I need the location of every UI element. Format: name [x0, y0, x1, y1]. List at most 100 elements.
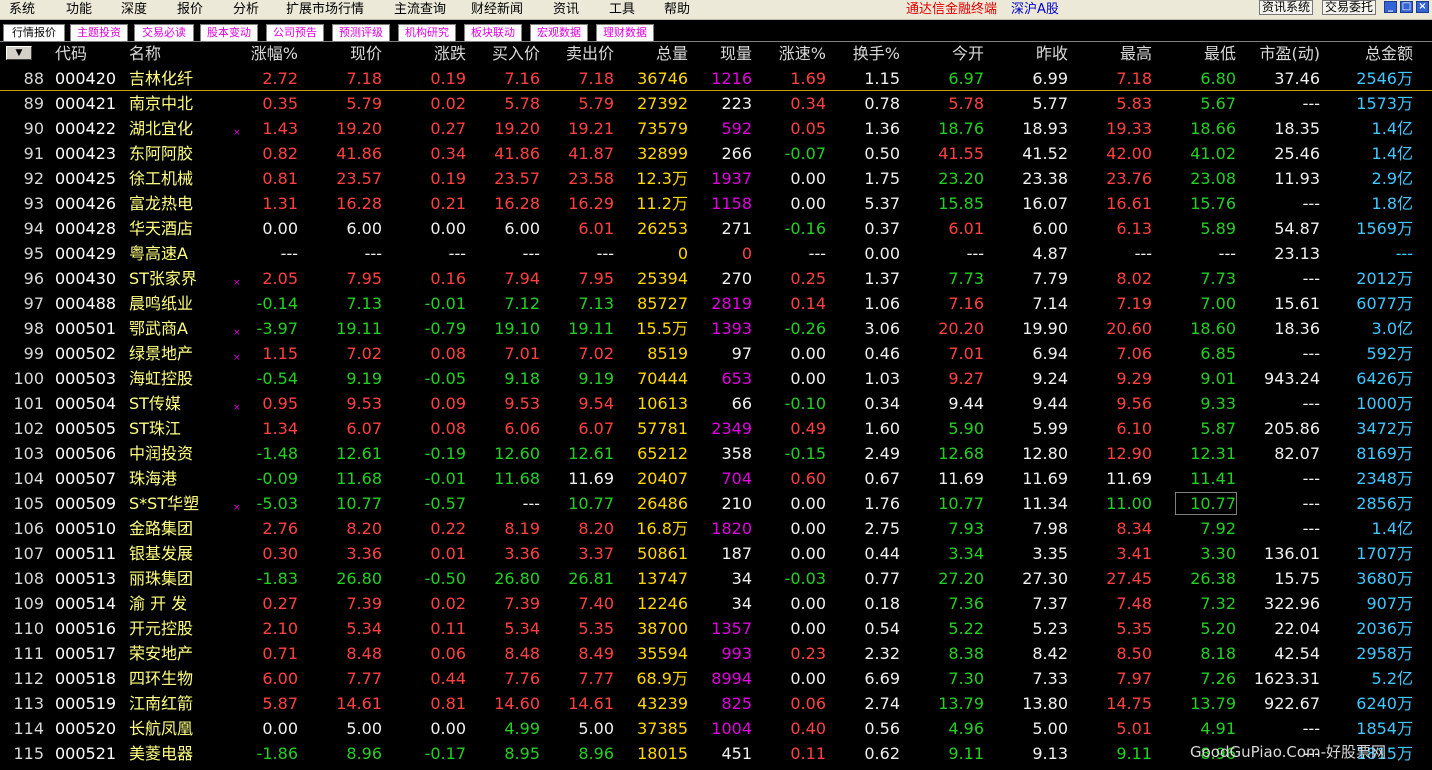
stock-code[interactable]: 000518: [55, 666, 116, 691]
menu-item-5[interactable]: 扩展市场行情: [286, 1, 364, 19]
table-row[interactable]: 98 000501 鄂武商A × -3.97 19.11 -0.79 19.10 19.11 15…: [0, 316, 1432, 341]
header-code[interactable]: 代码: [55, 43, 87, 65]
stock-name[interactable]: 绿景地产: [129, 341, 193, 366]
stock-name[interactable]: 华天酒店: [129, 216, 193, 241]
stock-code[interactable]: 000506: [55, 441, 116, 466]
table-row[interactable]: 94 000428 华天酒店 0.00 6.00 0.00 6.00 6.01 26253 271…: [0, 216, 1432, 241]
table-row[interactable]: 112 000518 四环生物 6.00 7.77 0.44 7.76 7.77 68.9万 89…: [0, 666, 1432, 691]
stock-name[interactable]: 鄂武商A: [129, 316, 188, 341]
tab-6[interactable]: 机构研究: [398, 24, 456, 41]
menu-item-8[interactable]: 资讯: [553, 1, 579, 19]
header-name[interactable]: 名称: [129, 43, 161, 65]
menu-item-3[interactable]: 报价: [177, 1, 203, 19]
header-low[interactable]: 最低: [1146, 43, 1236, 65]
tab-9[interactable]: 理财数据: [596, 24, 654, 41]
table-row[interactable]: 99 000502 绿景地产 × 1.15 7.02 0.08 7.01 7.02 8519 97 0…: [0, 341, 1432, 366]
sort-toggle-button[interactable]: ▼: [6, 46, 32, 60]
stock-name[interactable]: 金路集团: [129, 516, 193, 541]
stock-name[interactable]: 长航凤凰: [129, 716, 193, 741]
stock-name[interactable]: ST珠江: [129, 416, 181, 441]
tab-8[interactable]: 宏观数据: [530, 24, 588, 41]
stock-name[interactable]: 珠海港: [129, 466, 177, 491]
trade-order-button[interactable]: 交易委托: [1322, 0, 1377, 15]
menu-item-0[interactable]: 系统: [9, 1, 35, 19]
header-pe[interactable]: 市盈(动): [1230, 43, 1321, 65]
table-row[interactable]: 105 000509 S*ST华塑 × -5.03 10.77 -0.57 --- 10.77 2…: [0, 491, 1432, 516]
stock-code[interactable]: 000521: [55, 741, 116, 766]
stock-code[interactable]: 000517: [55, 641, 116, 666]
table-row[interactable]: 97 000488 晨鸣纸业 -0.14 7.13 -0.01 7.12 7.13 85727 2…: [0, 291, 1432, 316]
table-row[interactable]: 88 000420 吉林化纤 2.72 7.18 0.19 7.16 7.18 36746 121…: [0, 66, 1432, 91]
stock-name[interactable]: ST传媒: [129, 391, 181, 416]
table-row[interactable]: 108 000513 丽珠集团 -1.83 26.80 -0.50 26.80 26.81 13…: [0, 566, 1432, 591]
table-row[interactable]: 91 000423 东阿阿胶 0.82 41.86 0.34 41.86 41.87 32899…: [0, 141, 1432, 166]
stock-code[interactable]: 000520: [55, 716, 116, 741]
menu-item-1[interactable]: 功能: [66, 1, 92, 19]
table-row[interactable]: 104 000507 珠海港 -0.09 11.68 -0.01 11.68 11.69 204…: [0, 466, 1432, 491]
table-row[interactable]: 110 000516 开元控股 2.10 5.34 0.11 5.34 5.35 38700 13…: [0, 616, 1432, 641]
stock-name[interactable]: 银基发展: [129, 541, 193, 566]
menu-item-10[interactable]: 帮助: [664, 1, 690, 19]
header-open[interactable]: 今开: [894, 43, 984, 65]
stock-name[interactable]: 南京中北: [129, 91, 193, 116]
stock-code[interactable]: 000510: [55, 516, 116, 541]
table-row[interactable]: 114 000520 长航凤凰 0.00 5.00 0.00 4.99 5.00 37385 10…: [0, 716, 1432, 741]
close-icon[interactable]: ×: [1416, 1, 1429, 13]
table-row[interactable]: 113 000519 江南红箭 5.87 14.61 0.81 14.60 14.61 4323…: [0, 691, 1432, 716]
stock-code[interactable]: 000514: [55, 591, 116, 616]
table-row[interactable]: 109 000514 渝 开 发 0.27 7.39 0.02 7.39 7.40 12246 3…: [0, 591, 1432, 616]
stock-name[interactable]: 江南红箭: [129, 691, 193, 716]
table-row[interactable]: 92 000425 徐工机械 0.81 23.57 0.19 23.57 23.58 12.3万…: [0, 166, 1432, 191]
header-change-pct[interactable]: 涨幅%: [208, 43, 298, 65]
tab-7[interactable]: 板块联动: [464, 24, 522, 41]
stock-name[interactable]: 渝 开 发: [129, 591, 187, 616]
tab-4[interactable]: 公司预告: [266, 24, 324, 41]
header-turnover[interactable]: 换手%: [810, 43, 900, 65]
stock-code[interactable]: 000504: [55, 391, 116, 416]
menu-item-7[interactable]: 财经新闻: [471, 1, 523, 19]
menu-item-4[interactable]: 分析: [233, 1, 259, 19]
stock-code[interactable]: 000505: [55, 416, 116, 441]
stock-name[interactable]: 中润投资: [129, 441, 193, 466]
tab-2[interactable]: 交易必读: [134, 24, 194, 41]
stock-name[interactable]: 吉林化纤: [129, 66, 193, 91]
menu-item-9[interactable]: 工具: [609, 1, 635, 19]
table-row[interactable]: 102 000505 ST珠江 1.34 6.07 0.08 6.06 6.07 57781 23…: [0, 416, 1432, 441]
stock-code[interactable]: 000488: [55, 291, 116, 316]
info-system-button[interactable]: 资讯系统: [1259, 0, 1314, 15]
stock-name[interactable]: 湖北宜化: [129, 116, 193, 141]
stock-code[interactable]: 000422: [55, 116, 116, 141]
table-row[interactable]: 89 000421 南京中北 0.35 5.79 0.02 5.78 5.79 27392 223…: [0, 91, 1432, 116]
stock-code[interactable]: 000423: [55, 141, 116, 166]
tab-1[interactable]: 主题投资: [70, 24, 128, 41]
stock-code[interactable]: 000426: [55, 191, 116, 216]
stock-code[interactable]: 000501: [55, 316, 116, 341]
stock-code[interactable]: 000420: [55, 66, 116, 91]
stock-name[interactable]: 粤高速A: [129, 241, 188, 266]
header-high[interactable]: 最高: [1062, 43, 1152, 65]
tab-5[interactable]: 预测评级: [332, 24, 390, 41]
stock-name[interactable]: 四环生物: [129, 666, 193, 691]
stock-name[interactable]: 丽珠集团: [129, 566, 193, 591]
stock-name[interactable]: 东阿阿胶: [129, 141, 193, 166]
maximize-icon[interactable]: □: [1400, 1, 1413, 13]
stock-name[interactable]: 荣安地产: [129, 641, 193, 666]
table-row[interactable]: 107 000511 银基发展 0.30 3.36 0.01 3.36 3.37 50861 18…: [0, 541, 1432, 566]
table-row[interactable]: 101 000504 ST传媒 × 0.95 9.53 0.09 9.53 9.54 10613 6…: [0, 391, 1432, 416]
stock-code[interactable]: 000511: [55, 541, 116, 566]
stock-code[interactable]: 000425: [55, 166, 116, 191]
table-row[interactable]: 111 000517 荣安地产 0.71 8.48 0.06 8.48 8.49 35594 99…: [0, 641, 1432, 666]
stock-code[interactable]: 000513: [55, 566, 116, 591]
stock-code[interactable]: 000421: [55, 91, 116, 116]
stock-name[interactable]: S*ST华塑: [129, 491, 199, 516]
stock-code[interactable]: 000509: [55, 491, 116, 516]
stock-code[interactable]: 000519: [55, 691, 116, 716]
table-row[interactable]: 96 000430 ST张家界 × 2.05 7.95 0.16 7.94 7.95 25394 2…: [0, 266, 1432, 291]
stock-name[interactable]: 开元控股: [129, 616, 193, 641]
table-row[interactable]: 100 000503 海虹控股 -0.54 9.19 -0.05 9.18 9.19 70444…: [0, 366, 1432, 391]
table-row[interactable]: 90 000422 湖北宜化 × 1.43 19.20 0.27 19.20 19.21 7357…: [0, 116, 1432, 141]
stock-code[interactable]: 000502: [55, 341, 116, 366]
tab-3[interactable]: 股本变动: [200, 24, 258, 41]
stock-code[interactable]: 000507: [55, 466, 116, 491]
menu-item-6[interactable]: 主流查询: [394, 1, 446, 19]
